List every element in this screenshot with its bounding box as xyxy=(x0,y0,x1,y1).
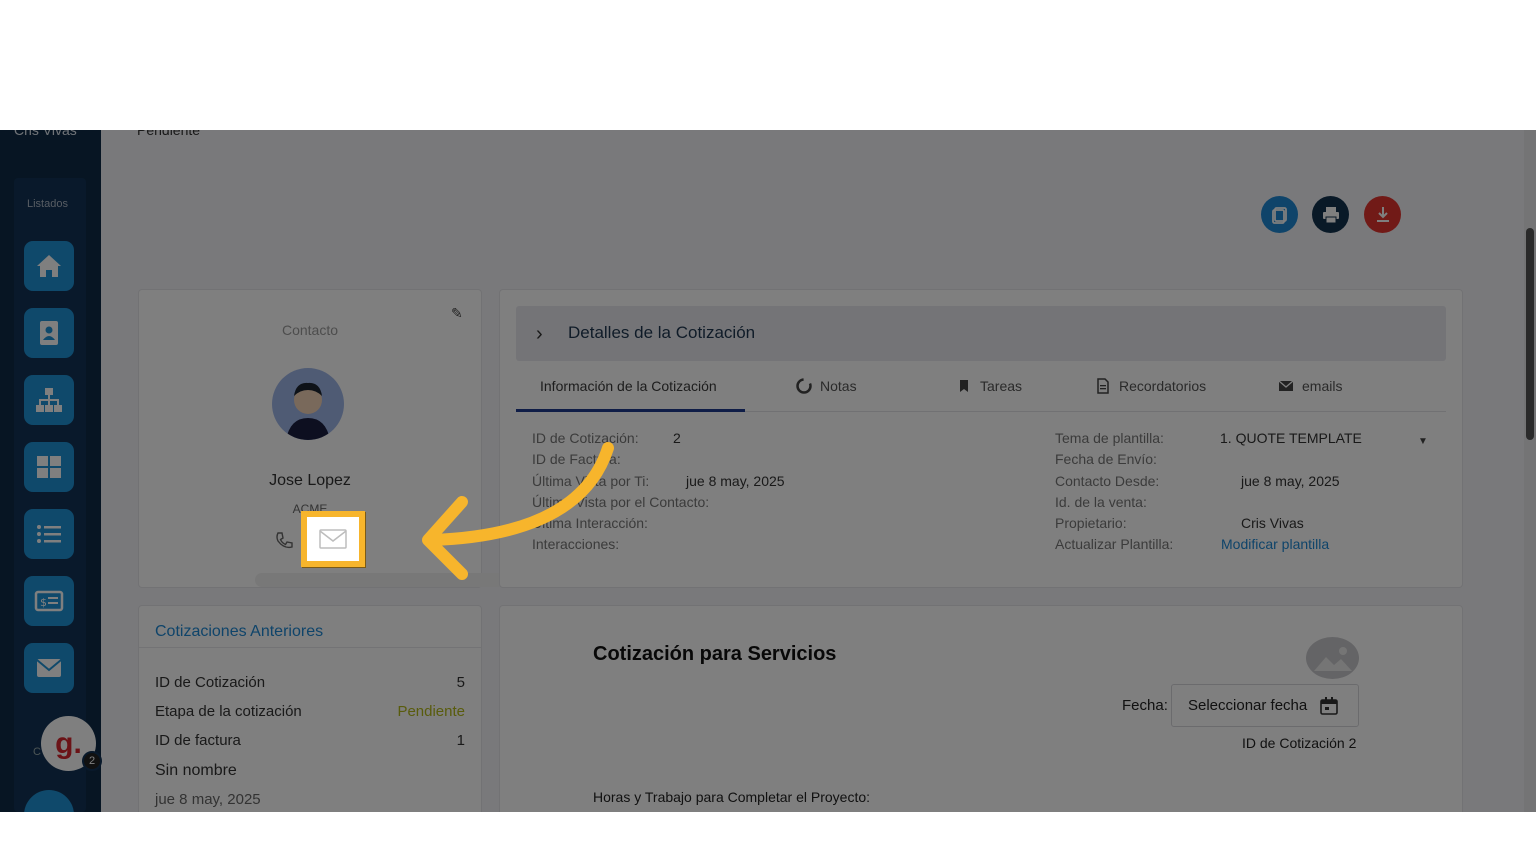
pointer-arrow-icon xyxy=(422,442,614,580)
app-screen: Cris Vivas Listados $ C g. 2 Pendiente C… xyxy=(0,130,1536,812)
